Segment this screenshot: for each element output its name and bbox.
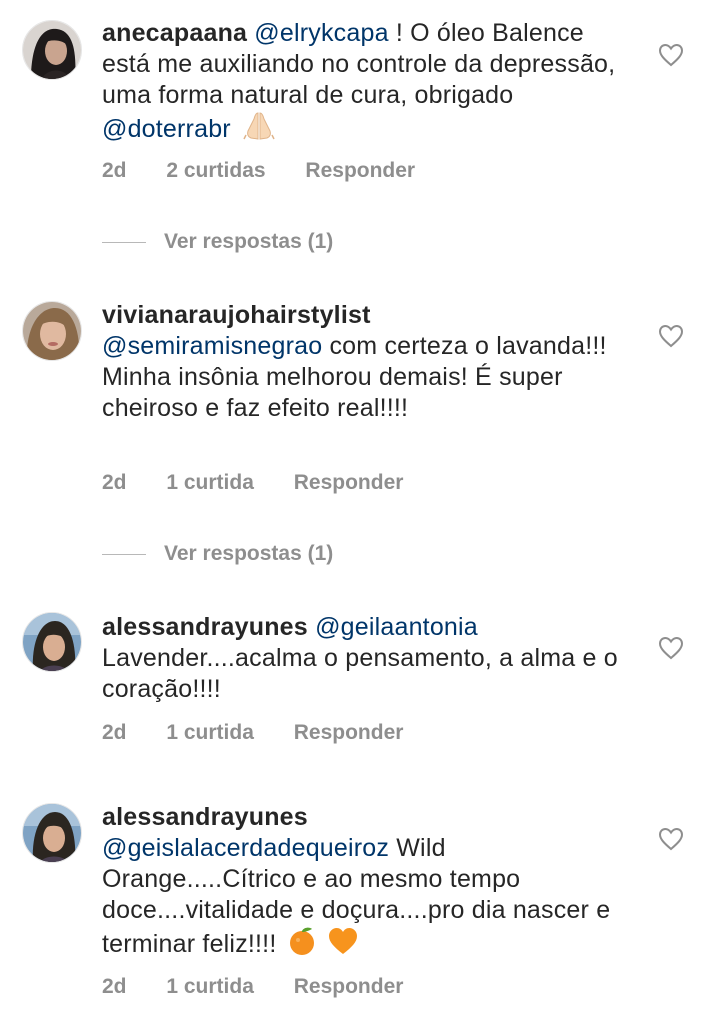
divider-line — [102, 241, 146, 243]
folded-hands-icon — [242, 111, 276, 149]
avatar[interactable] — [22, 803, 82, 863]
timestamp: 2d — [102, 471, 127, 494]
comment-body: alessandrayunes @geislalacerdadequeiroz … — [102, 802, 632, 964]
mention-link[interactable]: @geislalacerdadequeiroz — [102, 834, 389, 862]
orange-heart-icon — [327, 926, 359, 964]
reply-button[interactable]: Responder — [305, 159, 415, 183]
comment-body: anecapaana @elrykcapa ! O óleo Balence e… — [102, 18, 632, 149]
timestamp: 2d — [102, 159, 127, 182]
heart-outline-icon[interactable] — [658, 636, 684, 660]
mention-link[interactable]: @semiramisnegrao — [102, 332, 322, 360]
reply-button[interactable]: Responder — [294, 975, 404, 999]
reply-button[interactable]: Responder — [294, 471, 404, 495]
comment-text: Lavender....acalma o pensamento, a alma … — [102, 644, 618, 703]
view-replies-label: Ver respostas (1) — [164, 542, 334, 565]
reply-button[interactable]: Responder — [294, 721, 404, 745]
divider-line — [102, 553, 146, 555]
comment-body: alessandrayunes @geilaantonia Lavender..… — [102, 612, 632, 705]
avatar[interactable] — [22, 20, 82, 80]
likes-count[interactable]: 1 curtida — [166, 721, 254, 745]
avatar[interactable] — [22, 612, 82, 672]
mention-link[interactable]: @elrykcapa — [254, 19, 388, 47]
comment-meta: 2d 1 curtida Responder — [102, 721, 403, 745]
comment-meta: 2d 1 curtida Responder — [102, 975, 403, 999]
tangerine-icon — [288, 926, 316, 964]
comment-body: vivianaraujohairstylist @semiramisnegrao… — [102, 300, 632, 424]
heart-outline-icon[interactable] — [658, 827, 684, 851]
username[interactable]: anecapaana — [102, 19, 247, 47]
likes-count[interactable]: 1 curtida — [166, 975, 254, 999]
username[interactable]: vivianaraujohairstylist — [102, 301, 371, 329]
comment-meta: 2d 1 curtida Responder — [102, 471, 403, 495]
mention-link[interactable]: @geilaantonia — [315, 613, 478, 641]
view-replies-button[interactable]: Ver respostas (1) — [102, 227, 333, 257]
avatar[interactable] — [22, 301, 82, 361]
heart-outline-icon[interactable] — [658, 324, 684, 348]
timestamp: 2d — [102, 721, 127, 744]
view-replies-button[interactable]: Ver respostas (1) — [102, 539, 333, 569]
username[interactable]: alessandrayunes — [102, 803, 308, 831]
heart-outline-icon[interactable] — [658, 43, 684, 67]
likes-count[interactable]: 2 curtidas — [166, 159, 265, 183]
comment-meta: 2d 2 curtidas Responder — [102, 159, 415, 183]
username[interactable]: alessandrayunes — [102, 613, 308, 641]
view-replies-label: Ver respostas (1) — [164, 230, 334, 253]
likes-count[interactable]: 1 curtida — [166, 471, 254, 495]
mention-link[interactable]: @doterrabr — [102, 115, 231, 143]
timestamp: 2d — [102, 975, 127, 998]
